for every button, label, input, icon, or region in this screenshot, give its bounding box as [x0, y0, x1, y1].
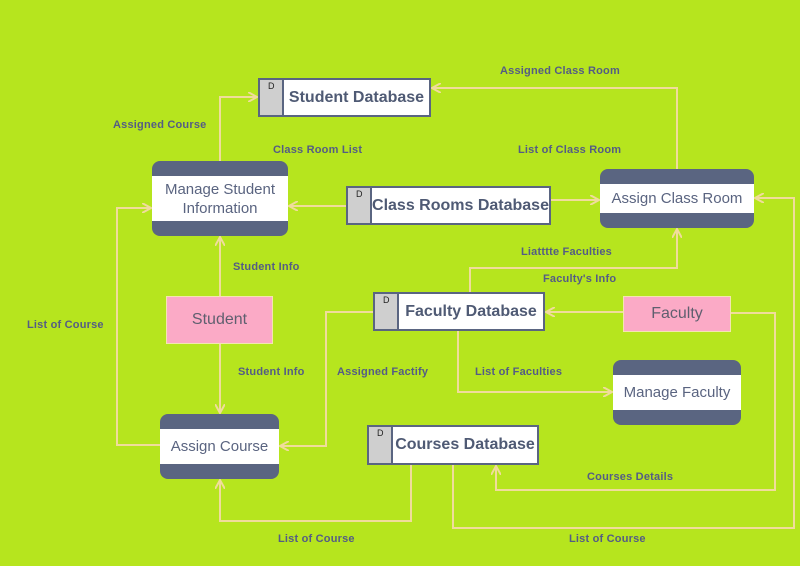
- courses-database[interactable]: D Courses Database: [367, 425, 539, 465]
- entity-label: Student: [191, 311, 248, 328]
- store-id-label: D: [268, 81, 275, 91]
- flow-label-list-of-faculties: List of Faculties: [475, 366, 563, 378]
- flow-label-facultys-info: Faculty's Info: [543, 273, 617, 285]
- store-name: Class Rooms Database: [372, 196, 549, 214]
- flow-label-liatttte-faculties: Liatttte Faculties: [521, 246, 613, 258]
- flow-label-assigned-course: Assigned Course: [113, 119, 207, 131]
- flow-label-list-of-class-room: List of Class Room: [518, 144, 622, 156]
- store-name: Faculty Database: [405, 302, 537, 320]
- classrooms-database[interactable]: D Class Rooms Database: [346, 186, 551, 225]
- store-name: Courses Database: [395, 436, 535, 453]
- flow-list-of-faculties: [457, 331, 612, 392]
- data-store-marker: D: [348, 188, 372, 223]
- process-label: Assign Class Room: [611, 190, 743, 207]
- data-store-marker: D: [375, 294, 399, 329]
- data-store-marker: D: [260, 80, 284, 115]
- student-database[interactable]: D Student Database: [258, 78, 431, 117]
- entity-faculty[interactable]: Faculty: [623, 296, 731, 332]
- flow-assigned-factify: [280, 311, 373, 446]
- flow-label-student-info-down: Student Info: [238, 366, 305, 378]
- process-assign-course[interactable]: Assign Course: [160, 414, 279, 479]
- flow-label-student-info-up: Student Info: [233, 261, 300, 273]
- flow-label-courses-details: Courses Details: [587, 471, 674, 483]
- flow-label-assigned-factify: Assigned Factify: [337, 366, 429, 378]
- diagram-canvas: D Student Database D Class Rooms Databas…: [0, 0, 800, 566]
- process-label: Manage Faculty: [623, 384, 731, 401]
- flow-label-list-of-course-bottom-left: List of Course: [278, 533, 355, 545]
- faculty-database[interactable]: D Faculty Database: [373, 292, 545, 331]
- process-label: Assign Course: [170, 438, 269, 455]
- store-name: Student Database: [288, 88, 425, 106]
- flow-list-of-course-left: [116, 208, 160, 446]
- flow-label-assigned-class-room: Assigned Class Room: [500, 65, 620, 77]
- process-manage-student-information[interactable]: Manage Student Information: [152, 161, 288, 236]
- process-assign-class-room[interactable]: Assign Class Room: [600, 169, 754, 228]
- flow-label-class-room-list: Class Room List: [273, 144, 363, 156]
- flow-assigned-class-room: [432, 88, 678, 169]
- store-id-label: D: [383, 295, 390, 305]
- data-store-marker: D: [369, 427, 393, 463]
- entity-student[interactable]: Student: [166, 296, 273, 344]
- flow-label-list-of-course-left: List of Course: [27, 319, 104, 331]
- store-id-label: D: [356, 189, 363, 199]
- store-id-label: D: [377, 428, 384, 438]
- process-manage-faculty[interactable]: Manage Faculty: [613, 360, 741, 425]
- flow-assigned-course: [219, 97, 257, 161]
- entity-label: Faculty: [651, 305, 703, 322]
- process-label: Manage Student Information: [164, 180, 276, 217]
- flow-label-list-of-course-bottom-right: List of Course: [569, 533, 646, 545]
